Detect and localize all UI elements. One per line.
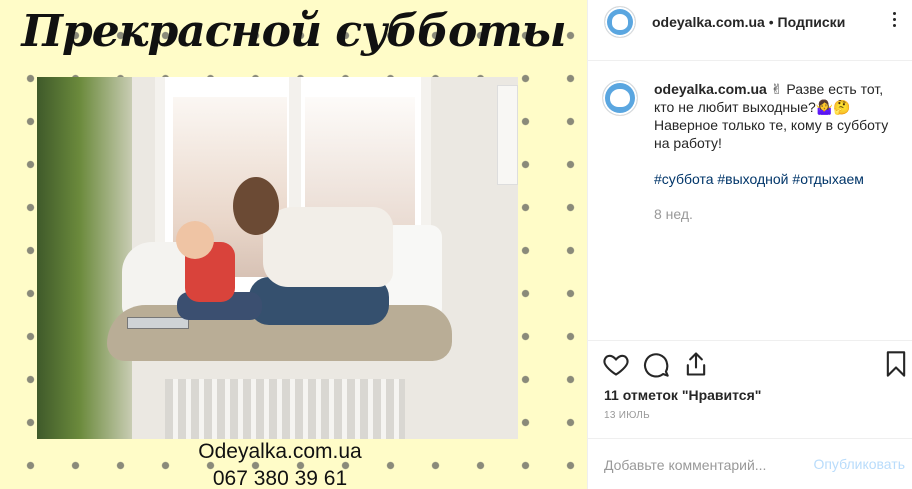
- header-user-line: odeyalka.com.ua • Подписки: [652, 14, 845, 30]
- hashtag-link[interactable]: #отдыхаем: [792, 171, 863, 187]
- image-phone-text: 067 380 39 61: [212, 467, 348, 489]
- header-divider: [588, 60, 912, 61]
- post-image[interactable]: Прекрасной субботы Odeyalka.com.ua 067 3…: [0, 0, 587, 489]
- post-date[interactable]: 13 ИЮЛЬ: [604, 410, 650, 421]
- caption-avatar-icon[interactable]: [602, 80, 638, 116]
- photo-radiator: [165, 379, 405, 439]
- likes-count[interactable]: 11 отметок "Нравится": [604, 387, 761, 403]
- publish-button[interactable]: Опубликовать: [813, 456, 905, 472]
- share-icon[interactable]: [682, 350, 710, 378]
- header-separator: •: [768, 14, 774, 30]
- caption-hashtags: #суббота #выходной #отдыхаем: [654, 170, 902, 188]
- image-title: Прекрасной субботы: [21, 6, 566, 57]
- photo-plant: [37, 77, 132, 439]
- actions-divider: [588, 340, 912, 341]
- header-username-link[interactable]: odeyalka.com.ua: [652, 14, 765, 30]
- cat-logo-icon[interactable]: [604, 6, 636, 38]
- image-site-text: Odeyalka.com.ua: [198, 440, 362, 463]
- bookmark-icon[interactable]: [882, 350, 910, 378]
- post-sidebar: odeyalka.com.ua • Подписки odeyalka.com.…: [587, 0, 912, 489]
- photo-mother-head: [233, 177, 279, 235]
- photo-poster: [497, 85, 518, 185]
- caption-username-link[interactable]: odeyalka.com.ua: [654, 81, 767, 97]
- photo-mother-sweater: [263, 207, 393, 287]
- caption-text: odeyalka.com.ua ✌ Разве есть тот, кто не…: [654, 80, 902, 188]
- photo-books: [127, 317, 189, 329]
- heart-icon[interactable]: [602, 350, 630, 378]
- photo-baby-head: [176, 221, 214, 259]
- hashtag-link[interactable]: #выходной: [717, 171, 788, 187]
- post-header: odeyalka.com.ua • Подписки: [588, 0, 912, 44]
- comment-icon[interactable]: [642, 350, 670, 378]
- comment-input[interactable]: [604, 454, 809, 476]
- comment-bar: Опубликовать: [588, 438, 912, 489]
- post-photo: [37, 77, 518, 439]
- following-button[interactable]: Подписки: [778, 14, 846, 30]
- caption-age[interactable]: 8 нед.: [654, 206, 693, 222]
- more-options-icon[interactable]: [886, 12, 902, 32]
- hashtag-link[interactable]: #суббота: [654, 171, 714, 187]
- action-bar: [588, 350, 912, 380]
